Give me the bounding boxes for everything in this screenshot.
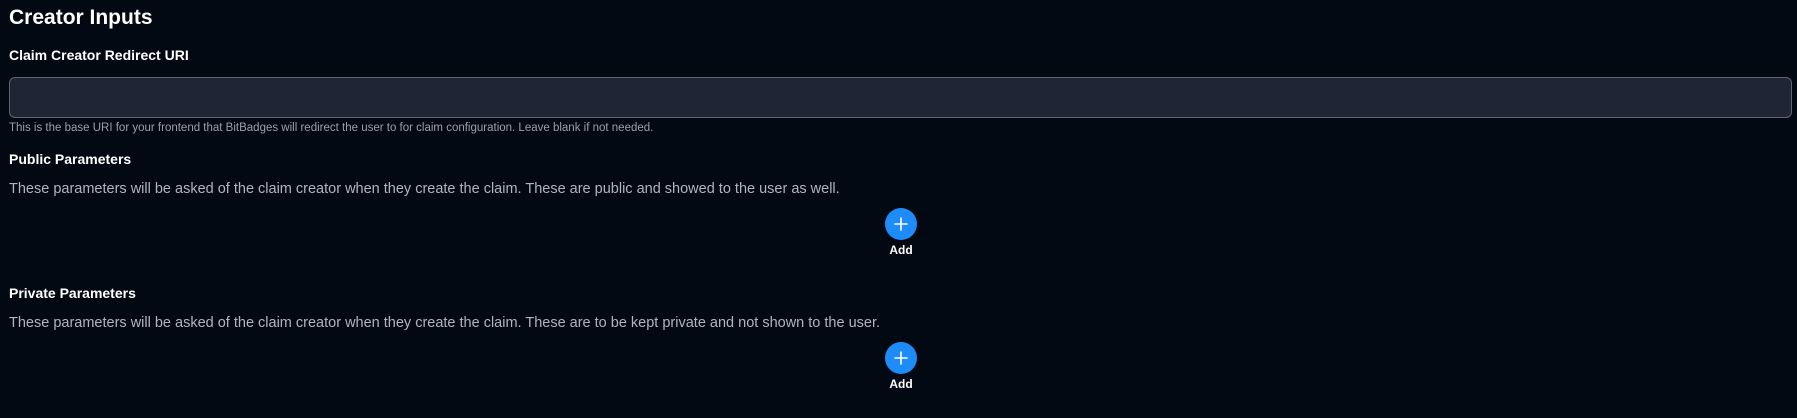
public-parameters-label: Public Parameters [9, 151, 132, 167]
add-private-parameter-label: Add [889, 377, 913, 391]
redirect-uri-input[interactable] [9, 77, 1792, 118]
add-private-parameter-button[interactable] [885, 342, 917, 374]
plus-icon [894, 351, 908, 365]
redirect-uri-help: This is the base URI for your frontend t… [9, 122, 654, 134]
creator-inputs-panel: Creator Inputs Claim Creator Redirect UR… [0, 0, 1797, 418]
add-public-parameter-button[interactable] [885, 208, 917, 240]
public-parameters-description: These parameters will be asked of the cl… [9, 181, 840, 197]
private-parameters-description: These parameters will be asked of the cl… [9, 315, 881, 331]
add-public-parameter-label: Add [889, 243, 913, 257]
plus-icon [894, 217, 908, 231]
private-parameters-label: Private Parameters [9, 285, 136, 301]
redirect-uri-label: Claim Creator Redirect URI [9, 47, 189, 63]
public-parameters-add: Add [871, 208, 931, 257]
section-title: Creator Inputs [9, 6, 153, 29]
private-parameters-add: Add [871, 342, 931, 391]
